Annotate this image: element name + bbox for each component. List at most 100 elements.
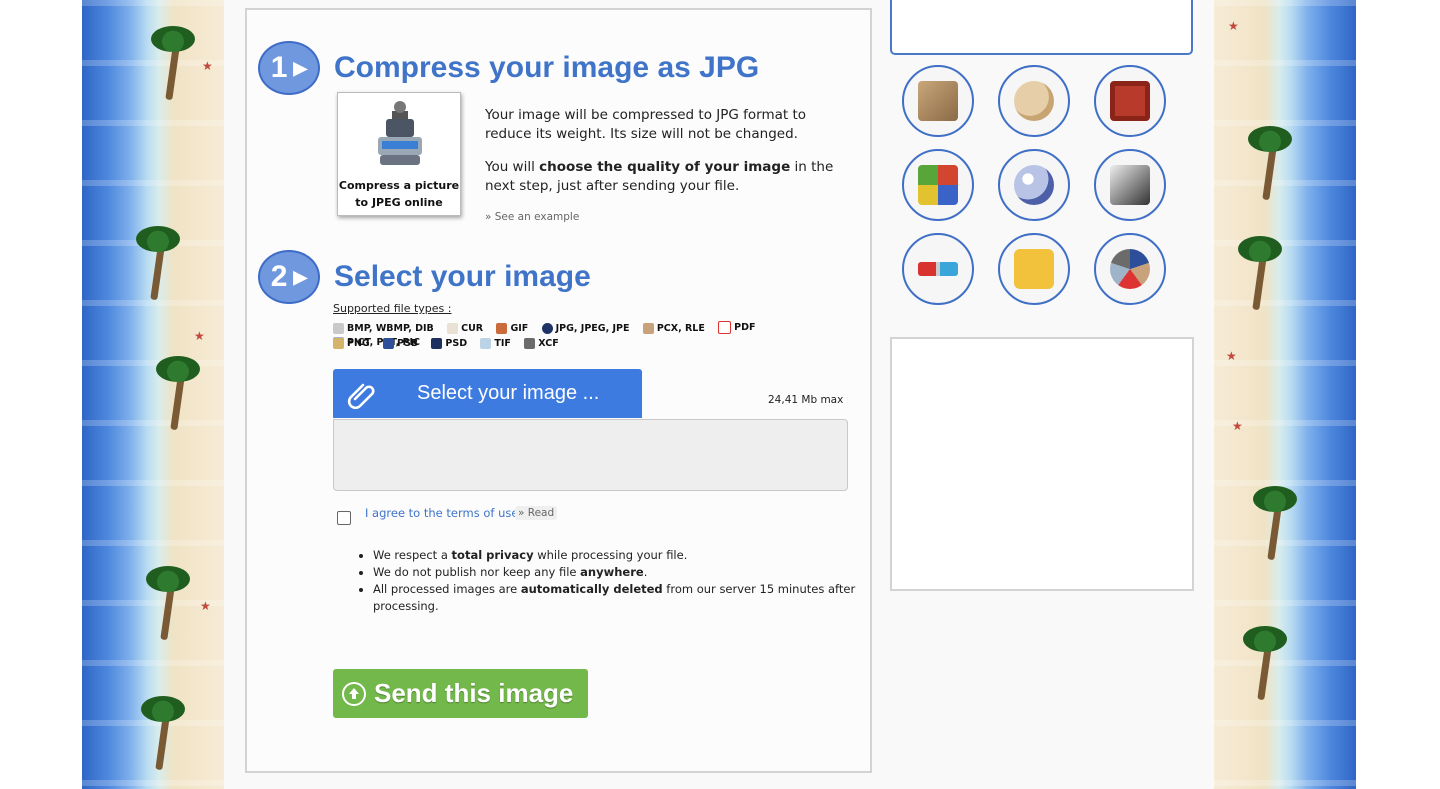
see-example-link[interactable]: » See an example — [485, 211, 579, 223]
tif-file-icon — [480, 338, 492, 349]
sepia-photo-icon — [918, 81, 958, 121]
3d-glasses-icon — [918, 262, 958, 276]
brush-icon — [642, 323, 654, 334]
filetype-label: BMP, WBMP, DIB — [347, 323, 434, 334]
filetype-label: PSB — [397, 338, 419, 349]
text-span: You will — [485, 159, 540, 175]
step-1-title: Compress your image as JPG — [334, 51, 760, 84]
palm-tree-icon — [1229, 620, 1299, 701]
beach-background-right: ★ ★ ★ — [1214, 0, 1356, 789]
step-1-badge: 1 ▶ — [258, 41, 320, 95]
text-span: We respect a — [373, 548, 452, 562]
filetype-item: GIF — [496, 323, 528, 334]
filetype-label: CUR — [461, 323, 484, 334]
upload-arrow-icon — [342, 681, 366, 706]
text-span: All processed images are — [373, 582, 521, 596]
step-2-title: Select your image — [334, 260, 591, 293]
max-size-label: 24,41 Mb max — [768, 394, 844, 406]
tool-pencil-sketch-button[interactable] — [1094, 149, 1166, 221]
starfish-icon: ★ — [1226, 349, 1237, 363]
clamp-press-icon — [378, 101, 422, 165]
starfish-icon: ★ — [194, 329, 205, 343]
illustration-caption-line1: Compress a picture — [338, 179, 460, 192]
tool-rotate-image-button[interactable] — [998, 233, 1070, 305]
psd-file-icon — [431, 338, 443, 349]
ad-banner-side — [890, 337, 1194, 591]
filetype-label: JPG, JPEG, JPE — [555, 323, 630, 334]
step-number: 1 — [270, 51, 288, 84]
palm-tree-icon — [132, 560, 202, 641]
send-image-label: Send this image — [374, 678, 574, 708]
tool-pop-art-button[interactable] — [902, 149, 974, 221]
tool-sepia-photo-button[interactable] — [902, 65, 974, 137]
file-drop-area[interactable] — [333, 419, 848, 491]
jpg-file-icon — [541, 323, 553, 334]
tool-retro-tv-button[interactable] — [1094, 65, 1166, 137]
filetype-label: GIF — [510, 323, 529, 334]
retro-tv-icon — [1110, 81, 1150, 121]
play-arrow-icon: ▶ — [293, 266, 308, 287]
filetype-label: PCX, RLE — [656, 323, 705, 334]
palm-tree-icon — [137, 20, 207, 101]
play-arrow-icon: ▶ — [293, 57, 308, 78]
filetype-item: BMP, WBMP, DIB — [333, 323, 434, 334]
text-span: while processing your file. — [533, 548, 688, 562]
rotate-image-icon — [1014, 249, 1054, 289]
palm-tree-icon — [1234, 120, 1304, 201]
list-item: All processed images are automatically d… — [373, 581, 863, 615]
filetype-label: PDF — [734, 322, 756, 333]
palm-tree-icon — [1224, 230, 1294, 311]
filetype-item: CUR — [447, 323, 483, 334]
send-image-button[interactable]: Send this image — [333, 669, 588, 718]
filetype-label: PNG — [347, 338, 370, 349]
palm-tree-icon — [122, 220, 192, 301]
pencil-sketch-icon — [1110, 165, 1150, 205]
filetype-label: PSD — [445, 338, 468, 349]
gimp-xcf-icon — [524, 338, 536, 349]
png-file-icon — [333, 338, 344, 349]
filetype-item: PDF — [718, 321, 756, 334]
filetype-item: PCX, RLE — [642, 323, 705, 334]
agree-terms-checkbox[interactable] — [337, 511, 351, 525]
ad-banner-top — [890, 0, 1193, 55]
intro-paragraph-1: Your image will be compressed to JPG for… — [485, 107, 807, 142]
starfish-icon: ★ — [200, 599, 211, 613]
pdf-file-icon — [718, 321, 732, 334]
palm-tree-icon — [127, 690, 197, 771]
tool-paint-palette-button[interactable] — [998, 65, 1070, 137]
filetype-label: TIF — [494, 338, 511, 349]
starfish-icon: ★ — [1228, 19, 1239, 33]
list-item: We do not publish nor keep any file anyw… — [373, 564, 863, 581]
supported-types-label: Supported file types : — [333, 302, 452, 315]
text-emphasis: total privacy — [451, 548, 534, 562]
filetype-item: XCF — [524, 338, 559, 349]
privacy-list: We respect a total privacy while process… — [359, 547, 863, 615]
compress-jpeg-illustration: Compress a picture to JPEG online — [337, 92, 461, 216]
tool-3d-glasses-button[interactable] — [902, 233, 974, 305]
filetype-item: PSB — [383, 338, 418, 349]
palm-tree-icon — [1239, 480, 1309, 561]
file-formats-icon — [1110, 249, 1150, 289]
step-number: 2 — [270, 260, 288, 293]
paint-palette-icon — [1014, 81, 1054, 121]
tool-file-formats-button[interactable] — [1094, 233, 1166, 305]
text-emphasis: anywhere — [580, 565, 644, 579]
select-image-label: Select your image ... — [417, 382, 600, 404]
text-span: . — [643, 565, 648, 579]
starfish-icon: ★ — [1232, 419, 1243, 433]
read-terms-link[interactable]: » Read — [515, 506, 558, 520]
quality-emphasis: choose the quality of your image — [539, 159, 791, 175]
list-item: We respect a total privacy while process… — [373, 547, 863, 564]
disco-ball-icon — [1014, 165, 1054, 205]
psb-file-icon — [383, 338, 395, 349]
agree-terms-link[interactable]: I agree to the terms of use — [365, 506, 518, 520]
filetypes-row-2: PNG PSB PSD TIF XCF — [333, 338, 853, 352]
pop-art-icon — [918, 165, 958, 205]
beach-background-left: ★ ★ ★ — [82, 0, 224, 789]
paperclip-icon — [347, 383, 375, 409]
intro-paragraph-2: You will choose the quality of your imag… — [485, 158, 853, 196]
select-image-button[interactable]: Select your image ... — [333, 369, 642, 418]
gif-file-icon — [496, 323, 508, 334]
tool-disco-ball-button[interactable] — [998, 149, 1070, 221]
filetype-item: PSD — [431, 338, 467, 349]
